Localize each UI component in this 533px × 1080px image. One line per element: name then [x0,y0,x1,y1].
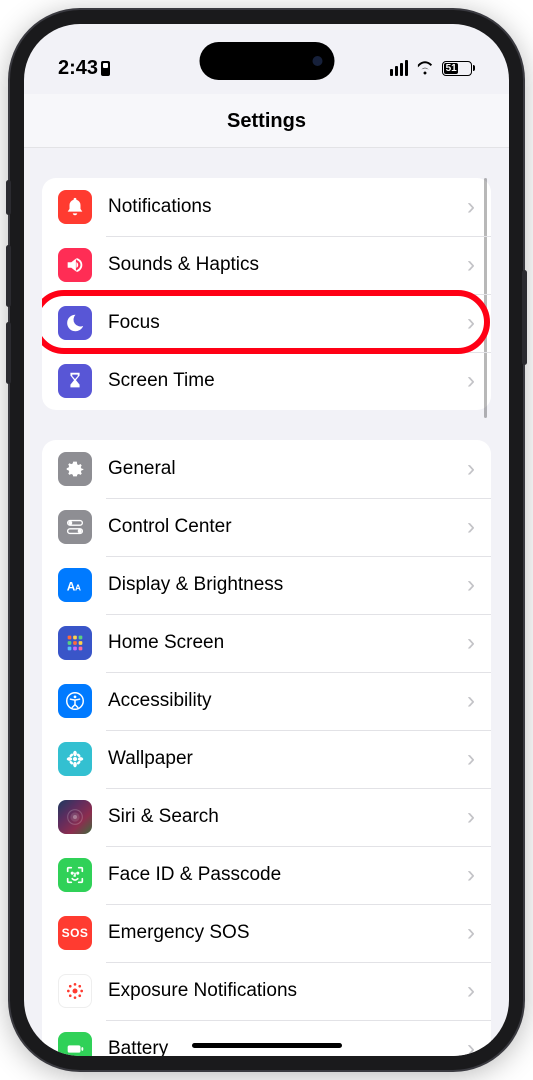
item-label: Control Center [108,516,467,538]
switches-icon [58,510,92,544]
hourglass-icon [58,364,92,398]
item-label: Sounds & Haptics [108,254,467,276]
chevron-right-icon: › [467,513,475,541]
settings-item-home-screen[interactable]: Home Screen › [42,614,491,672]
settings-item-exposure[interactable]: Exposure Notifications › [42,962,491,1020]
settings-group: General › Control Center › AA Display & … [42,440,491,1056]
chevron-right-icon: › [467,629,475,657]
chevron-right-icon: › [467,745,475,773]
settings-item-notifications[interactable]: Notifications › [42,178,491,236]
siri-icon [58,800,92,834]
chevron-right-icon: › [467,455,475,483]
bell-icon [58,190,92,224]
item-label: Exposure Notifications [108,980,467,1002]
item-label: Focus [108,312,467,334]
exposure-icon [58,974,92,1008]
chevron-right-icon: › [467,977,475,1005]
settings-item-sounds[interactable]: Sounds & Haptics › [42,236,491,294]
item-label: Wallpaper [108,748,467,770]
accessibility-icon [58,684,92,718]
settings-group: Notifications › Sounds & Haptics › [42,178,491,410]
page-title: Settings [24,94,509,148]
settings-item-focus[interactable]: Focus › [42,294,491,352]
dynamic-island [199,42,334,80]
chevron-right-icon: › [467,1035,475,1056]
speaker-icon [58,248,92,282]
item-label: Siri & Search [108,806,467,828]
battery-icon [58,1032,92,1056]
svg-text:A: A [75,584,81,593]
privacy-indicator-icon [101,61,110,76]
wifi-icon [415,61,435,76]
chevron-right-icon: › [467,919,475,947]
cellular-signal-icon [390,60,409,76]
item-label: Accessibility [108,690,467,712]
item-label: Face ID & Passcode [108,864,467,886]
settings-item-control-center[interactable]: Control Center › [42,498,491,556]
status-time: 2:43 [58,57,98,80]
chevron-right-icon: › [467,571,475,599]
settings-item-wallpaper[interactable]: Wallpaper › [42,730,491,788]
item-label: Home Screen [108,632,467,654]
chevron-right-icon: › [467,367,475,395]
battery-indicator-icon: 51 [442,61,475,76]
settings-item-screen-time[interactable]: Screen Time › [42,352,491,410]
home-indicator[interactable] [192,1043,342,1048]
item-label: Notifications [108,196,467,218]
chevron-right-icon: › [467,251,475,279]
settings-list[interactable]: Notifications › Sounds & Haptics › [24,148,509,1056]
chevron-right-icon: › [467,803,475,831]
settings-item-face-id[interactable]: Face ID & Passcode › [42,846,491,904]
flower-icon [58,742,92,776]
screen: 2:43 51 Settings [24,24,509,1056]
moon-icon [58,306,92,340]
apps-grid-icon [58,626,92,660]
chevron-right-icon: › [467,861,475,889]
chevron-right-icon: › [467,193,475,221]
settings-item-emergency-sos[interactable]: SOS Emergency SOS › [42,904,491,962]
item-label: Screen Time [108,370,467,392]
chevron-right-icon: › [467,309,475,337]
chevron-right-icon: › [467,687,475,715]
gear-icon [58,452,92,486]
settings-item-accessibility[interactable]: Accessibility › [42,672,491,730]
settings-item-display[interactable]: AA Display & Brightness › [42,556,491,614]
settings-item-siri[interactable]: Siri & Search › [42,788,491,846]
face-id-icon [58,858,92,892]
item-label: Emergency SOS [108,922,467,944]
sos-icon: SOS [58,916,92,950]
settings-item-battery[interactable]: Battery › [42,1020,491,1056]
item-label: Display & Brightness [108,574,467,596]
item-label: General [108,458,467,480]
text-size-icon: AA [58,568,92,602]
phone-frame: 2:43 51 Settings [10,10,523,1070]
settings-item-general[interactable]: General › [42,440,491,498]
